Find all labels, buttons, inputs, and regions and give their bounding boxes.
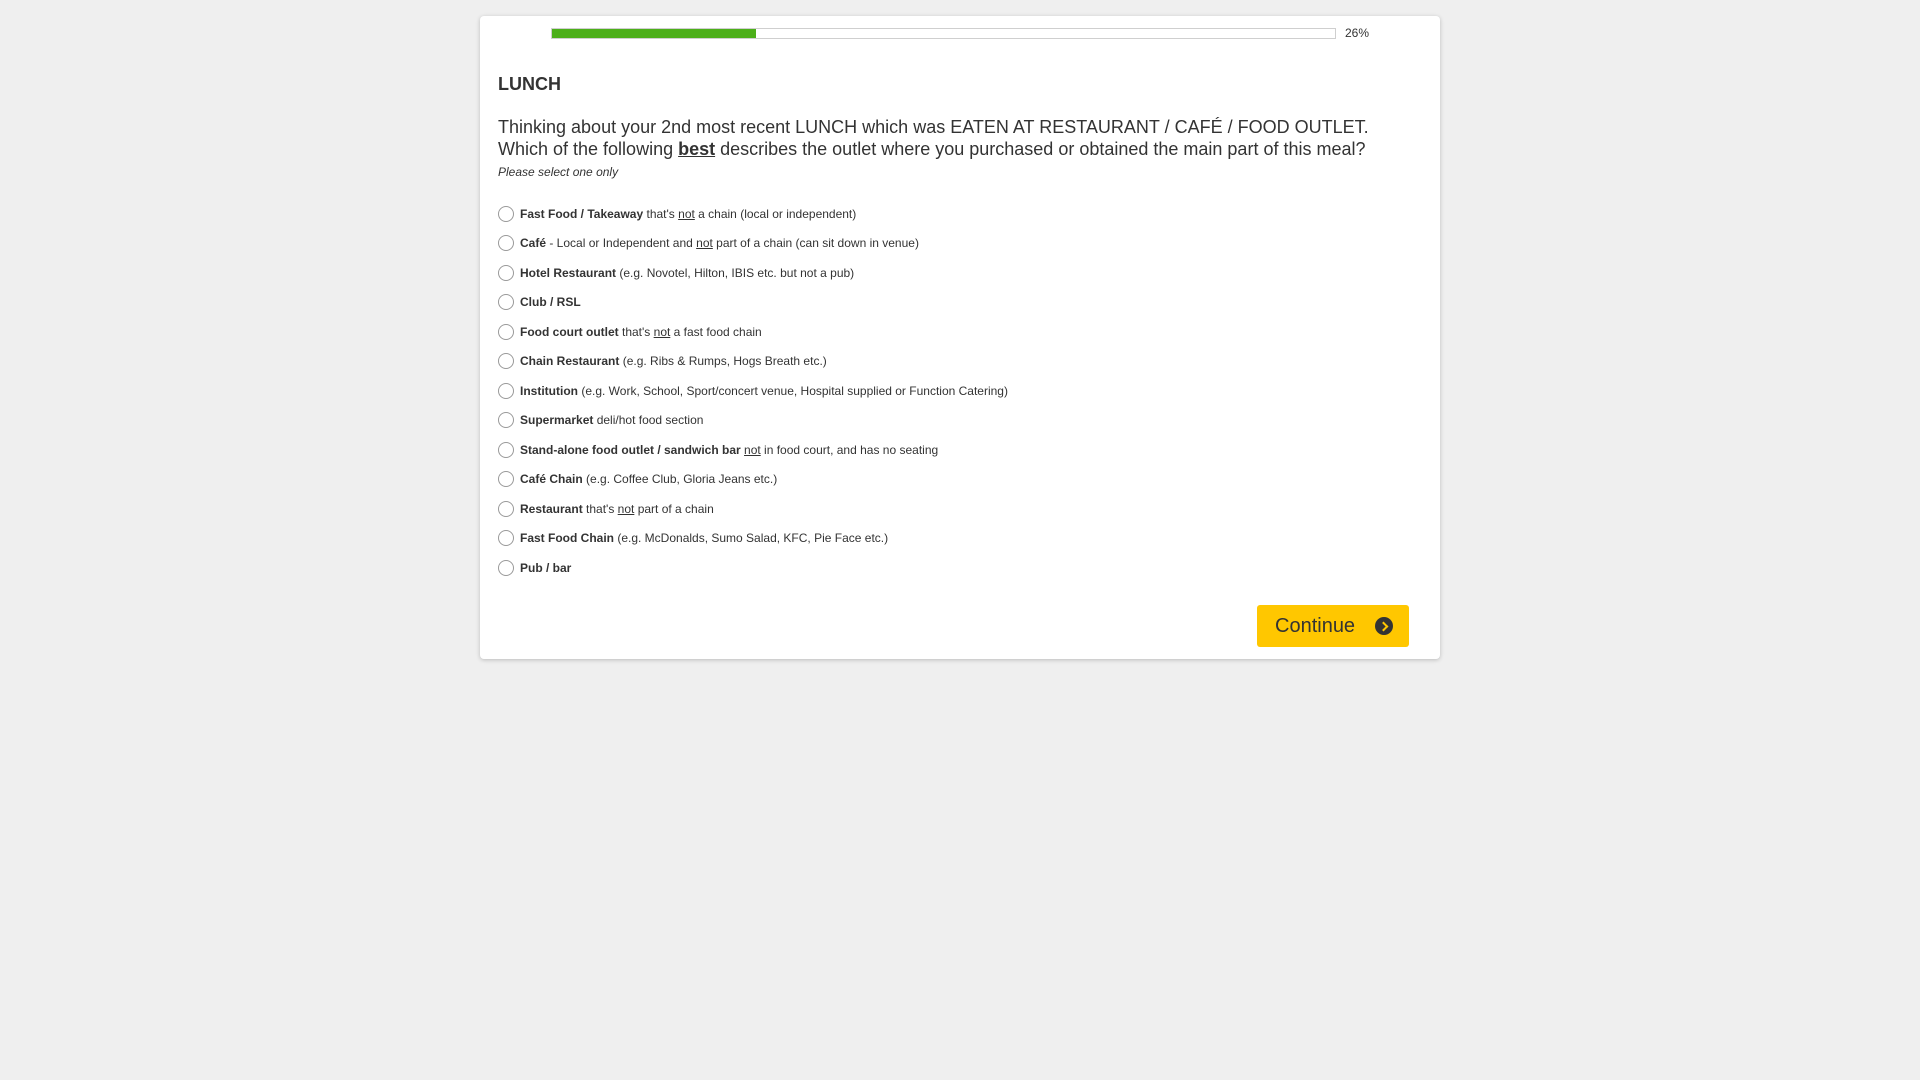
option-label: Pub / bar: [520, 560, 572, 575]
question-text: Thinking about your 2nd most recent LUNC…: [498, 116, 1418, 160]
option-label: Chain Restaurant (e.g. Ribs & Rumps, Hog…: [520, 354, 827, 369]
instruction-text: Please select one only: [498, 165, 619, 179]
option-label: Stand-alone food outlet / sandwich bar n…: [520, 442, 939, 457]
radio-button[interactable]: [498, 294, 514, 311]
options-list: Fast Food / Takeaway that's not a chain …: [498, 199, 1398, 583]
option-item[interactable]: Club / RSL: [498, 288, 1398, 318]
option-item[interactable]: Fast Food Chain (e.g. McDonalds, Sumo Sa…: [498, 524, 1398, 554]
option-label: Institution (e.g. Work, School, Sport/co…: [520, 383, 1008, 398]
question-emphasis: best: [678, 139, 716, 159]
radio-button[interactable]: [498, 412, 514, 429]
option-item[interactable]: Café Chain (e.g. Coffee Club, Gloria Jea…: [498, 465, 1398, 495]
continue-label: Continue: [1275, 614, 1356, 637]
radio-button[interactable]: [498, 530, 514, 547]
option-item[interactable]: Café - Local or Independent and not part…: [498, 229, 1398, 259]
radio-button[interactable]: [498, 205, 514, 222]
option-item[interactable]: Stand-alone food outlet / sandwich bar n…: [498, 435, 1398, 465]
option-label: Hotel Restaurant (e.g. Novotel, Hilton, …: [520, 265, 855, 280]
radio-button[interactable]: [498, 559, 514, 576]
option-item[interactable]: Fast Food / Takeaway that's not a chain …: [498, 199, 1398, 229]
radio-button[interactable]: [498, 441, 514, 458]
progress-bar-fill: [552, 29, 756, 38]
option-item[interactable]: Supermarket deli/hot food section: [498, 406, 1398, 436]
option-label: Supermarket deli/hot food section: [520, 413, 704, 428]
option-item[interactable]: Restaurant that's not part of a chain: [498, 494, 1398, 524]
progress-percent: 26%: [1345, 26, 1370, 40]
option-label: Club / RSL: [520, 295, 581, 310]
option-item[interactable]: Food court outlet that's not a fast food…: [498, 317, 1398, 347]
survey-card: 26% LUNCH Thinking about your 2nd most r…: [480, 16, 1440, 659]
radio-button[interactable]: [498, 323, 514, 340]
radio-button[interactable]: [498, 264, 514, 281]
option-label: Fast Food Chain (e.g. McDonalds, Sumo Sa…: [520, 531, 889, 546]
option-item[interactable]: Institution (e.g. Work, School, Sport/co…: [498, 376, 1398, 406]
option-item[interactable]: Chain Restaurant (e.g. Ribs & Rumps, Hog…: [498, 347, 1398, 377]
option-item[interactable]: Pub / bar: [498, 553, 1398, 583]
radio-button[interactable]: [498, 353, 514, 370]
question-line-1: Thinking about your 2nd most recent LUNC…: [498, 117, 1369, 137]
option-label: Fast Food / Takeaway that's not a chain …: [520, 206, 857, 221]
option-item[interactable]: Hotel Restaurant (e.g. Novotel, Hilton, …: [498, 258, 1398, 288]
radio-button[interactable]: [498, 471, 514, 488]
option-label: Café Chain (e.g. Coffee Club, Gloria Jea…: [520, 472, 778, 487]
continue-button[interactable]: Continue: [1257, 605, 1409, 647]
question-line-2: Which of the following best describes th…: [498, 139, 1366, 159]
arrow-circle-right-icon: [1375, 617, 1394, 635]
section-title: LUNCH: [498, 74, 561, 94]
radio-button[interactable]: [498, 382, 514, 399]
option-label: Food court outlet that's not a fast food…: [520, 324, 762, 339]
radio-button[interactable]: [498, 500, 514, 517]
progress-bar: [551, 28, 1336, 39]
radio-button[interactable]: [498, 235, 514, 252]
option-label: Café - Local or Independent and not part…: [520, 236, 919, 251]
option-label: Restaurant that's not part of a chain: [520, 501, 714, 516]
